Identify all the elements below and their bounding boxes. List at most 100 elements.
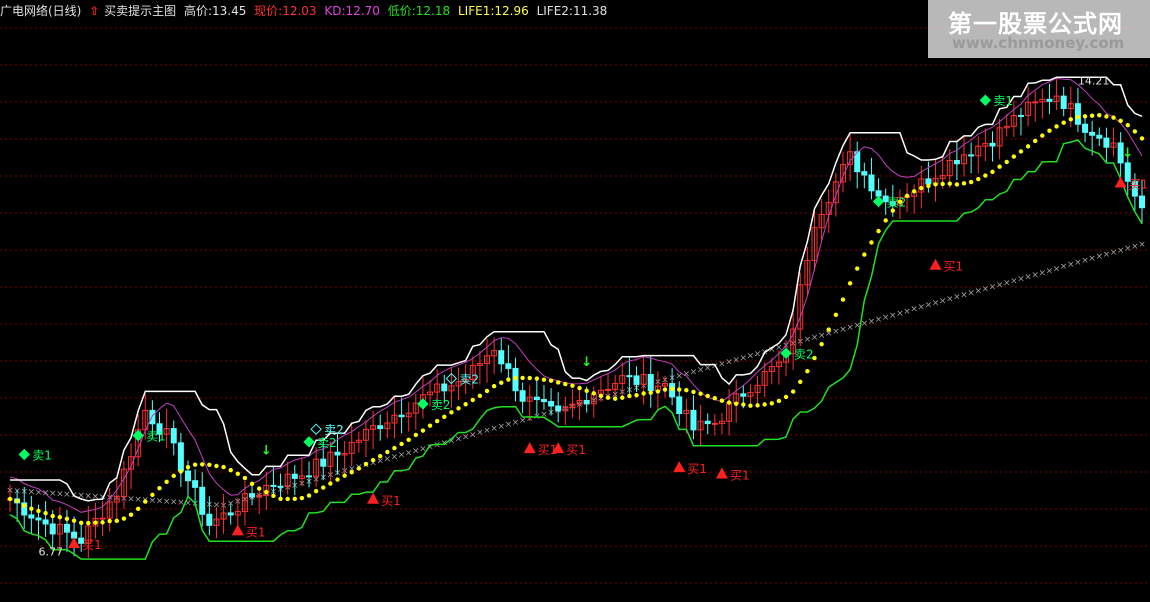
yellow-dot [541,377,547,382]
yellow-dot [1132,129,1138,134]
sell-signal-diamond [979,94,992,106]
green-line [9,139,1143,560]
candle-body [505,363,512,369]
yellow-dot [534,376,540,381]
yellow-dot [1111,115,1116,120]
yellow-dot [833,312,839,318]
yellow-dot [413,432,419,438]
yellow-dot [990,169,995,175]
candlestick-chart[interactable]: × × × × × × × × × × × × × × × × × × × × ××× × × × × × × × × × × × × × × × × ×… [0,0,1150,602]
yellow-dot [107,518,112,524]
yellow-dot [748,403,753,408]
yellow-dot [826,327,831,332]
buy-signal-label: 买1 [687,462,707,476]
yellow-dot [235,471,241,476]
candle-body [861,171,868,176]
yellow-dot [342,473,347,478]
candle-body [291,473,298,479]
yellow-dot [840,297,846,302]
yellow-dot [677,387,682,392]
kd-value: KD:12.70 [324,4,380,18]
yellow-dot [442,414,447,420]
yellow-dot [1004,159,1009,165]
yellow-dot [1018,149,1024,154]
candle-body [28,514,35,519]
candle-body [533,396,540,400]
chart-area[interactable]: × × × × × × × × × × × × × × × × × × × × × × × × × × × × × × × × × × × × × × × ×… [0,0,1150,602]
yellow-dot [456,406,461,411]
yellow-dot [798,379,803,385]
candle-body [398,414,405,418]
yellow-dot [356,466,362,471]
candle-body [306,475,313,478]
yellow-dot [954,182,960,187]
candle-body [555,405,562,412]
yellow-dot [463,402,468,407]
yellow-dot [584,388,589,393]
candle-body [633,375,640,385]
yellow-dot [926,183,931,189]
yellow-dot [150,492,155,498]
yellow-dot [349,470,354,475]
candle-body [711,422,718,425]
yellow-dot [385,449,390,455]
candle-body [270,484,277,487]
yellow-dot [1040,133,1045,138]
yellow-dot [570,383,575,388]
candle-body [192,480,199,488]
yellow-dot [370,457,376,463]
candle-body [968,154,975,157]
yellow-dot [285,496,290,502]
candle-body [704,420,711,425]
watermark: 第一股票公式网 www.chnmoney.com [928,0,1150,58]
low-price: 低价:12.18 [387,4,451,18]
yellow-dot [434,418,440,424]
yellow-dot [64,516,70,522]
yellow-dot [648,390,653,395]
candle-body [249,493,256,498]
yellow-dot [698,391,703,396]
yellow-dot [399,441,404,447]
yellow-dot [876,228,881,234]
yellow-dot [598,393,604,399]
yellow-dot [855,266,860,271]
sell-signal-label: 卖1 [32,449,52,463]
yellow-dot [1061,120,1066,125]
yellow-dot [335,477,340,482]
yellow-dot [940,181,945,187]
down-arrow-icon: ↓ [261,444,272,459]
yellow-dot [271,493,276,499]
yellow-dot [983,173,988,178]
yellow-dot [947,181,952,186]
candle-body [1082,123,1089,133]
yellow-dot [249,481,255,487]
yellow-dot [29,506,34,511]
sell-signal-label: 卖1 [146,430,166,444]
sell-signal-diamond [872,195,885,208]
yellow-dot [242,475,248,481]
yellow-dot [178,469,184,474]
yellow-dot [769,401,774,406]
yellow-dot [477,393,483,399]
yellow-dot [1025,144,1031,149]
candle-body [1139,195,1145,209]
yellow-dot [50,513,55,519]
candle-body [925,178,932,185]
yellow-dot [527,375,532,381]
yellow-dot [783,394,789,400]
yellow-dot [1139,136,1145,141]
candle-body [99,517,106,520]
yellow-dot [776,398,782,404]
buy-signal-triangle [367,492,380,504]
candle-body [177,442,184,472]
up-arrow-icon: ⇧ [89,4,100,18]
life1-value: LIFE1:12.96 [457,4,529,18]
yellow-dot [143,499,148,504]
yellow-dot [278,496,283,501]
candle-body [498,350,505,365]
sell-signal-diamond [417,398,429,410]
yellow-dot [591,391,596,396]
buy-signal-label: 买1 [944,260,964,274]
yellow-dot [976,176,981,182]
candle-body [1096,134,1103,139]
